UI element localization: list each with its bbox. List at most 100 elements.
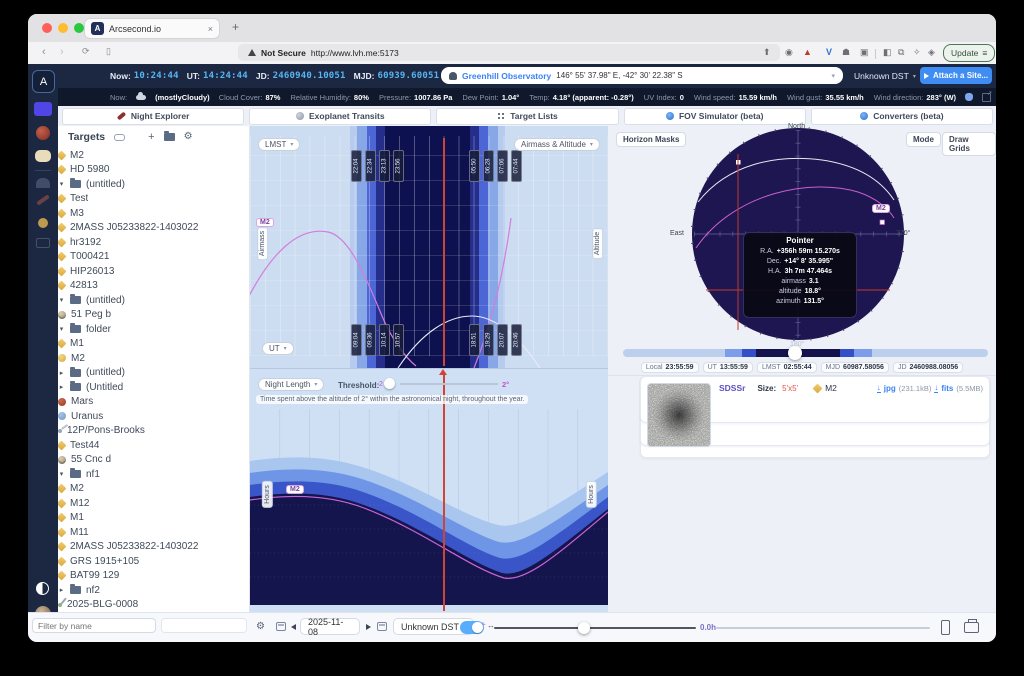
attach-site-button[interactable]: Attach a Site... bbox=[920, 67, 992, 84]
target-row[interactable]: 2MASS J05233822-1403022 bbox=[58, 540, 249, 555]
next-day-button[interactable] bbox=[366, 624, 371, 630]
chart-mode-select[interactable]: Airmass & Altitude bbox=[514, 138, 600, 151]
target-row[interactable]: 55 Cnc d bbox=[58, 453, 249, 468]
target-row[interactable]: ▸ nf2 bbox=[58, 583, 249, 598]
target-row[interactable]: M2 bbox=[58, 351, 249, 366]
target-marker[interactable] bbox=[880, 220, 885, 225]
time-offset-knob[interactable] bbox=[578, 622, 590, 634]
observatory-dome-icon[interactable] bbox=[36, 178, 50, 188]
address-field[interactable]: Not Secure http://www.lvh.me:5173 bbox=[238, 44, 780, 61]
target-row[interactable]: ▾ folder bbox=[58, 322, 249, 337]
filter-input[interactable] bbox=[32, 618, 156, 633]
back-icon[interactable]: ‹ bbox=[42, 46, 46, 58]
external-link-icon[interactable] bbox=[982, 93, 991, 102]
draw-grids-button[interactable]: Draw Grids bbox=[942, 132, 996, 156]
mode-button[interactable]: Mode bbox=[906, 132, 941, 147]
caret-icon[interactable]: ▸ bbox=[58, 369, 65, 377]
caret-icon[interactable]: ▾ bbox=[58, 296, 65, 304]
mobile-view-icon[interactable] bbox=[941, 620, 950, 635]
current-time-line[interactable] bbox=[443, 138, 445, 366]
telescope-icon[interactable] bbox=[36, 194, 50, 205]
realtime-toggle[interactable] bbox=[460, 621, 484, 634]
target-row[interactable]: Mars bbox=[58, 395, 249, 410]
add-folder-button[interactable] bbox=[164, 133, 175, 141]
target-row[interactable]: M2 bbox=[58, 482, 249, 497]
download-jpg-link[interactable]: jpg bbox=[884, 384, 896, 393]
print-icon[interactable] bbox=[964, 622, 979, 633]
time-of-night-slider[interactable] bbox=[623, 349, 988, 357]
module-tab[interactable]: FOV Simulator (beta) bbox=[624, 108, 806, 125]
download-icon[interactable] bbox=[934, 384, 938, 393]
time-offset-slider[interactable] bbox=[494, 627, 696, 629]
module-tab[interactable]: Exoplanet Transits bbox=[249, 108, 431, 125]
target-row[interactable]: hr3192 bbox=[58, 235, 249, 250]
threshold-slider-track[interactable] bbox=[400, 383, 498, 385]
finding-chart-card[interactable]: SDSSr Size: 5'x5' M2 jpg bbox=[640, 376, 990, 423]
activity-icon[interactable] bbox=[34, 102, 52, 116]
target-row[interactable]: HIP26013 bbox=[58, 264, 249, 279]
extension-v-icon[interactable]: V bbox=[826, 47, 832, 57]
extensions-icon[interactable]: ✧ bbox=[913, 47, 921, 58]
extension-icon[interactable]: ☗ bbox=[842, 47, 850, 58]
airmass-altitude-chart[interactable]: LMST Airmass & Altitude UT 22:0422:3423:… bbox=[250, 126, 608, 368]
time-slider-knob[interactable] bbox=[788, 346, 802, 360]
observatory-select[interactable]: Greenhill Observatory 146° 55' 37.98" E,… bbox=[441, 67, 843, 84]
target-row[interactable]: ▾ (untitled) bbox=[58, 177, 249, 192]
theme-toggle-icon[interactable] bbox=[36, 582, 49, 595]
target-row[interactable]: T000421 bbox=[58, 250, 249, 265]
target-row[interactable]: M2 bbox=[58, 148, 249, 163]
add-target-button[interactable]: + bbox=[148, 131, 154, 143]
module-tab[interactable]: Converters (beta) bbox=[811, 108, 993, 125]
browser-tab[interactable]: A Arcsecond.io × bbox=[84, 18, 220, 39]
minimize-window-button[interactable] bbox=[58, 23, 68, 33]
gear-icon[interactable]: ⚙ bbox=[184, 132, 193, 142]
current-date-line[interactable] bbox=[443, 375, 445, 611]
target-row[interactable]: 2MASS J05233822-1403022 bbox=[58, 221, 249, 236]
target-row[interactable]: M1 bbox=[58, 337, 249, 352]
target-row[interactable]: Uranus bbox=[58, 409, 249, 424]
target-row[interactable]: M11 bbox=[58, 525, 249, 540]
night-length-chart[interactable]: Night Length Threshold: 2 2° Time spent … bbox=[250, 368, 608, 613]
dst-select[interactable]: Unknown DST ▾ bbox=[854, 71, 916, 81]
module-tab[interactable]: Target Lists bbox=[436, 108, 618, 125]
download-icon[interactable] bbox=[877, 384, 881, 393]
download-fits-link[interactable]: fits bbox=[941, 384, 953, 393]
close-tab-icon[interactable]: × bbox=[208, 24, 213, 34]
target-row[interactable]: 42813 bbox=[58, 279, 249, 294]
adblock-icon[interactable]: ▲ bbox=[803, 47, 812, 57]
target-row[interactable]: 12P/Pons-Brooks bbox=[58, 424, 249, 439]
filter-type-icons[interactable] bbox=[161, 618, 247, 633]
top-scale-select[interactable]: LMST bbox=[258, 138, 300, 151]
module-tab[interactable]: Night Explorer bbox=[62, 108, 244, 125]
target-row[interactable]: ▾ nf1 bbox=[58, 467, 249, 482]
share-icon[interactable]: ⬆ bbox=[763, 47, 771, 58]
caret-icon[interactable]: ▾ bbox=[58, 180, 65, 188]
target-row[interactable]: M12 bbox=[58, 496, 249, 511]
timeline-scrollbar[interactable] bbox=[716, 627, 930, 629]
target-row[interactable]: 51 Peg b bbox=[58, 308, 249, 323]
target-row[interactable]: Test bbox=[58, 192, 249, 207]
date-field[interactable]: 2025-11-08 bbox=[300, 618, 360, 635]
bookmarks-icon[interactable]: ▯ bbox=[106, 46, 111, 57]
target-row[interactable]: BAT99 129 bbox=[58, 569, 249, 584]
night-chart-mode-select[interactable]: Night Length bbox=[258, 378, 324, 391]
new-tab-button[interactable]: + bbox=[232, 20, 239, 34]
target-row[interactable]: HD 5980 bbox=[58, 163, 249, 178]
caret-icon[interactable]: ▸ bbox=[58, 383, 65, 391]
red-planet-icon[interactable] bbox=[36, 126, 50, 140]
update-button[interactable]: Update ≡ bbox=[943, 44, 995, 62]
target-badge[interactable]: M2 bbox=[872, 204, 890, 213]
sidebar-panel-icon[interactable]: ◧ bbox=[883, 47, 892, 58]
moon-icon[interactable] bbox=[38, 218, 48, 228]
saturn-icon[interactable] bbox=[35, 150, 51, 162]
shield-icon[interactable]: ◉ bbox=[785, 47, 793, 58]
notebook-icon[interactable] bbox=[36, 238, 50, 248]
bottom-scale-select[interactable]: UT bbox=[262, 342, 294, 355]
target-row[interactable]: GRS 1915+105 bbox=[58, 554, 249, 569]
target-row[interactable]: ▾ (untitled) bbox=[58, 293, 249, 308]
calendar-icon[interactable] bbox=[276, 622, 286, 631]
forward-icon[interactable]: › bbox=[60, 46, 64, 58]
finding-chart-thumbnail[interactable] bbox=[647, 383, 711, 447]
arcsecond-logo[interactable]: A bbox=[32, 70, 55, 93]
target-row[interactable]: ▸ (Untitled bbox=[58, 380, 249, 395]
